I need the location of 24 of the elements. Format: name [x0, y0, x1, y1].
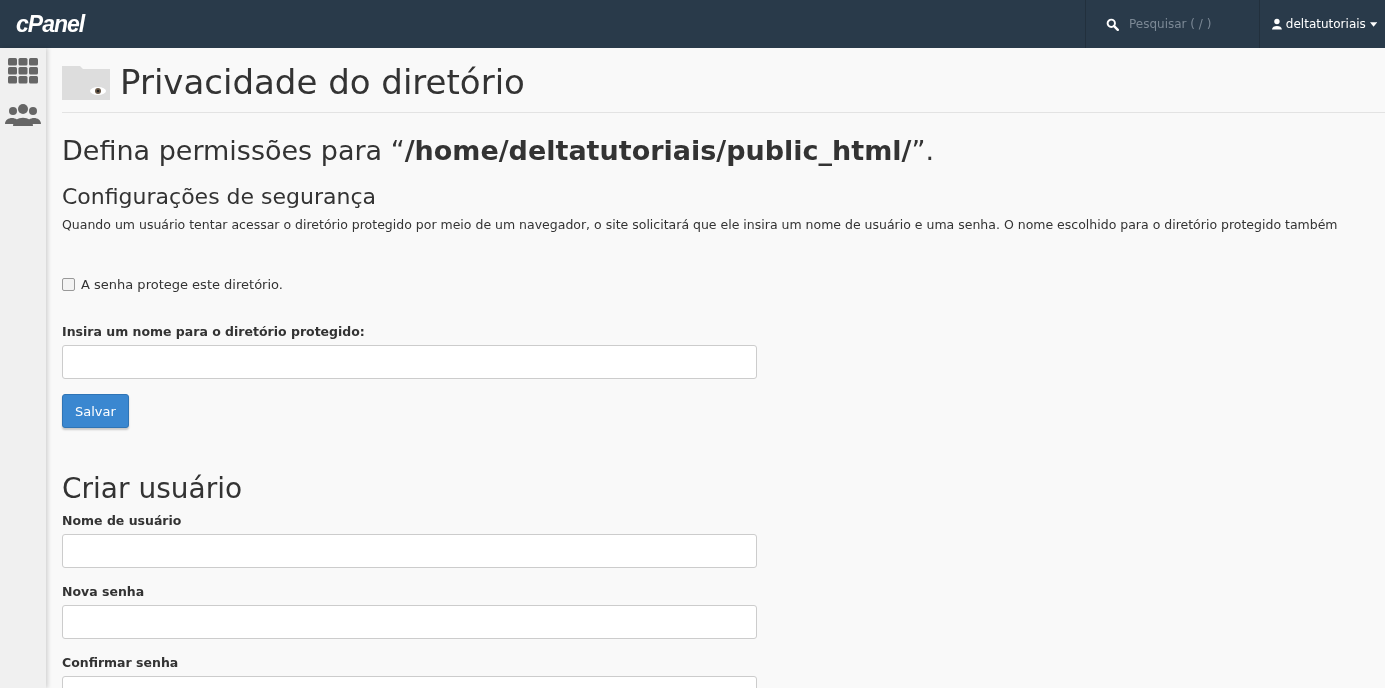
caret-icon — [1369, 21, 1377, 27]
field-label: Nome de usuário — [62, 513, 183, 528]
description-text: Quando um usuário tentar acessar o diretório protegido por meio de um navegador, o site solicitará que ele insira um nome de usuário e uma senha. O nome escolhido para o diretório protegido também — [62, 217, 1339, 232]
user-icon — [1272, 18, 1282, 30]
cpanel-logo[interactable]: cPanel — [16, 10, 85, 38]
checkbox-label: A senha protege este diretório. — [81, 277, 283, 292]
field-label: Nova senha — [62, 584, 146, 599]
save-button[interactable]: Salvar — [62, 394, 129, 428]
search-icon — [1106, 16, 1119, 32]
page-title: Privacidade do diretório — [120, 62, 525, 102]
input-field[interactable] — [62, 345, 757, 379]
field-label: Insira um nome para o diretório protegido: — [62, 324, 366, 339]
search-field[interactable]: Pesquisar ( / ) — [1129, 17, 1259, 31]
field-label: Confirmar senha — [62, 655, 180, 670]
users-icon[interactable] — [5, 104, 41, 126]
grid-icon[interactable] — [8, 58, 38, 84]
permissions-heading: Defina permissões para “/home/deltatutoriais/public_html/”. — [62, 135, 936, 166]
folder-eye-icon — [62, 64, 110, 100]
section-title: Configurações de segurança — [62, 184, 378, 209]
input-field[interactable] — [62, 605, 757, 639]
input-field[interactable] — [62, 534, 757, 568]
user-menu[interactable]: deltatutoriais — [1259, 0, 1385, 48]
checkbox[interactable] — [62, 278, 75, 291]
section-title: Criar usuário — [62, 472, 244, 505]
